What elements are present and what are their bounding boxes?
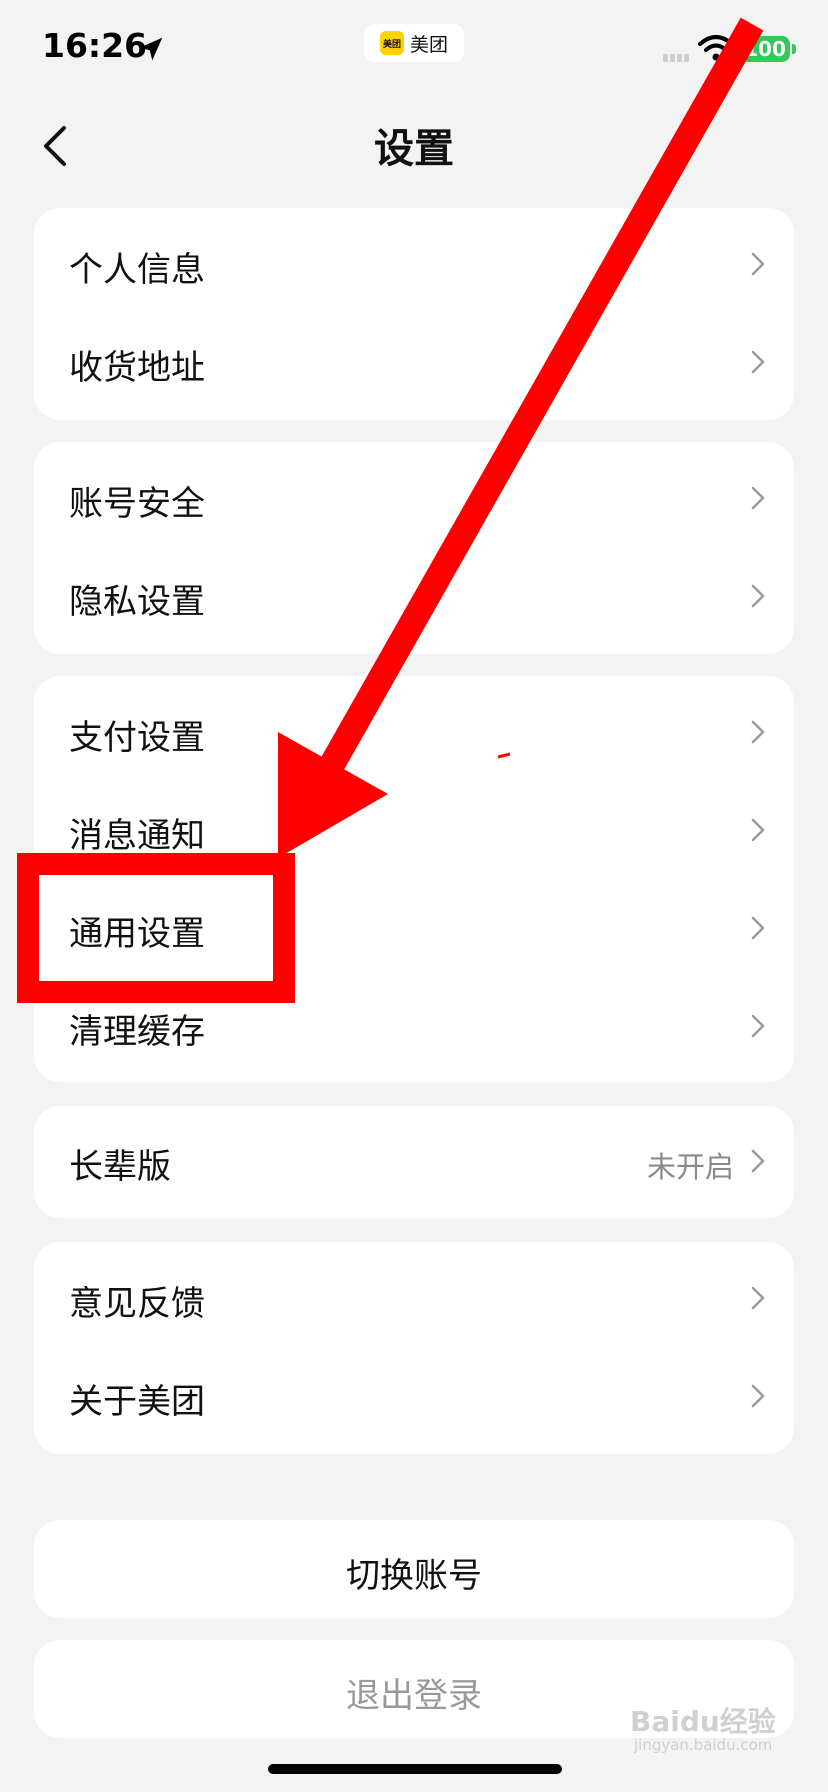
row-label: 账号安全 — [69, 484, 205, 524]
page-title: 设置 — [374, 126, 454, 172]
app-logo: 美团 — [379, 31, 404, 55]
settings-row-clear-cache[interactable]: 清理缓存 — [34, 978, 794, 1076]
watermark-url: jingyan.baidu.com — [634, 1736, 773, 1754]
row-label: 支付设置 — [69, 718, 205, 758]
app-name: 美团 — [409, 33, 448, 56]
settings-row-payment[interactable]: 支付设置 — [34, 684, 794, 782]
status-time: 16:26 — [42, 26, 148, 65]
chevron-right-icon — [751, 720, 765, 744]
settings-row-account-security[interactable]: 账号安全 — [34, 450, 794, 548]
row-label: 个人信息 — [69, 250, 205, 290]
app-indicator[interactable]: 美团 美团 — [364, 24, 464, 62]
home-indicator[interactable] — [268, 1764, 562, 1774]
settings-row-about[interactable]: 关于美团 — [34, 1348, 794, 1446]
settings-row-general[interactable]: 通用设置 — [34, 880, 794, 978]
status-bar: 16:26 美团 美团 100 — [0, 0, 828, 96]
settings-group-elder-mode: 长辈版 未开启 — [34, 1106, 794, 1218]
navigation-bar: 设置 — [0, 96, 828, 196]
settings-group-about: 意见反馈 关于美团 — [34, 1242, 794, 1454]
row-label: 长辈版 — [69, 1147, 171, 1187]
chevron-right-icon — [751, 818, 765, 842]
chevron-right-icon — [751, 1014, 765, 1038]
battery-tip — [792, 44, 796, 54]
settings-row-personal-info[interactable]: 个人信息 — [34, 216, 794, 314]
signal-icon — [663, 54, 689, 62]
row-label: 消息通知 — [69, 816, 205, 856]
wifi-icon — [698, 35, 734, 61]
location-arrow-icon — [139, 37, 163, 61]
settings-row-address[interactable]: 收货地址 — [34, 314, 794, 412]
chevron-right-icon — [751, 350, 765, 374]
chevron-right-icon — [751, 1384, 765, 1408]
row-label: 关于美团 — [69, 1382, 205, 1422]
switch-account-label: 切换账号 — [346, 1556, 482, 1596]
chevron-right-icon — [751, 916, 765, 940]
settings-group-profile: 个人信息 收货地址 — [34, 208, 794, 420]
row-label: 清理缓存 — [69, 1012, 205, 1052]
elder-mode-status: 未开启 — [646, 1150, 734, 1184]
row-label: 隐私设置 — [69, 582, 205, 622]
settings-row-elder-mode[interactable]: 长辈版 未开启 — [34, 1113, 794, 1211]
switch-account-button[interactable]: 切换账号 — [34, 1520, 794, 1618]
row-label: 收货地址 — [69, 348, 205, 388]
settings-group-general: 支付设置 消息通知 通用设置 清理缓存 — [34, 676, 794, 1082]
row-label: 通用设置 — [69, 914, 205, 954]
settings-row-feedback[interactable]: 意见反馈 — [34, 1250, 794, 1348]
chevron-right-icon — [751, 584, 765, 608]
chevron-right-icon — [751, 1149, 765, 1173]
watermark-logo: Baidu经验 — [630, 1705, 776, 1738]
row-label: 意见反馈 — [69, 1284, 205, 1324]
chevron-right-icon — [751, 1286, 765, 1310]
chevron-right-icon — [751, 486, 765, 510]
battery-icon: 100 — [740, 36, 790, 62]
settings-row-privacy[interactable]: 隐私设置 — [34, 548, 794, 646]
settings-row-notifications[interactable]: 消息通知 — [34, 782, 794, 880]
settings-group-security: 账号安全 隐私设置 — [34, 442, 794, 654]
chevron-right-icon — [751, 252, 765, 276]
